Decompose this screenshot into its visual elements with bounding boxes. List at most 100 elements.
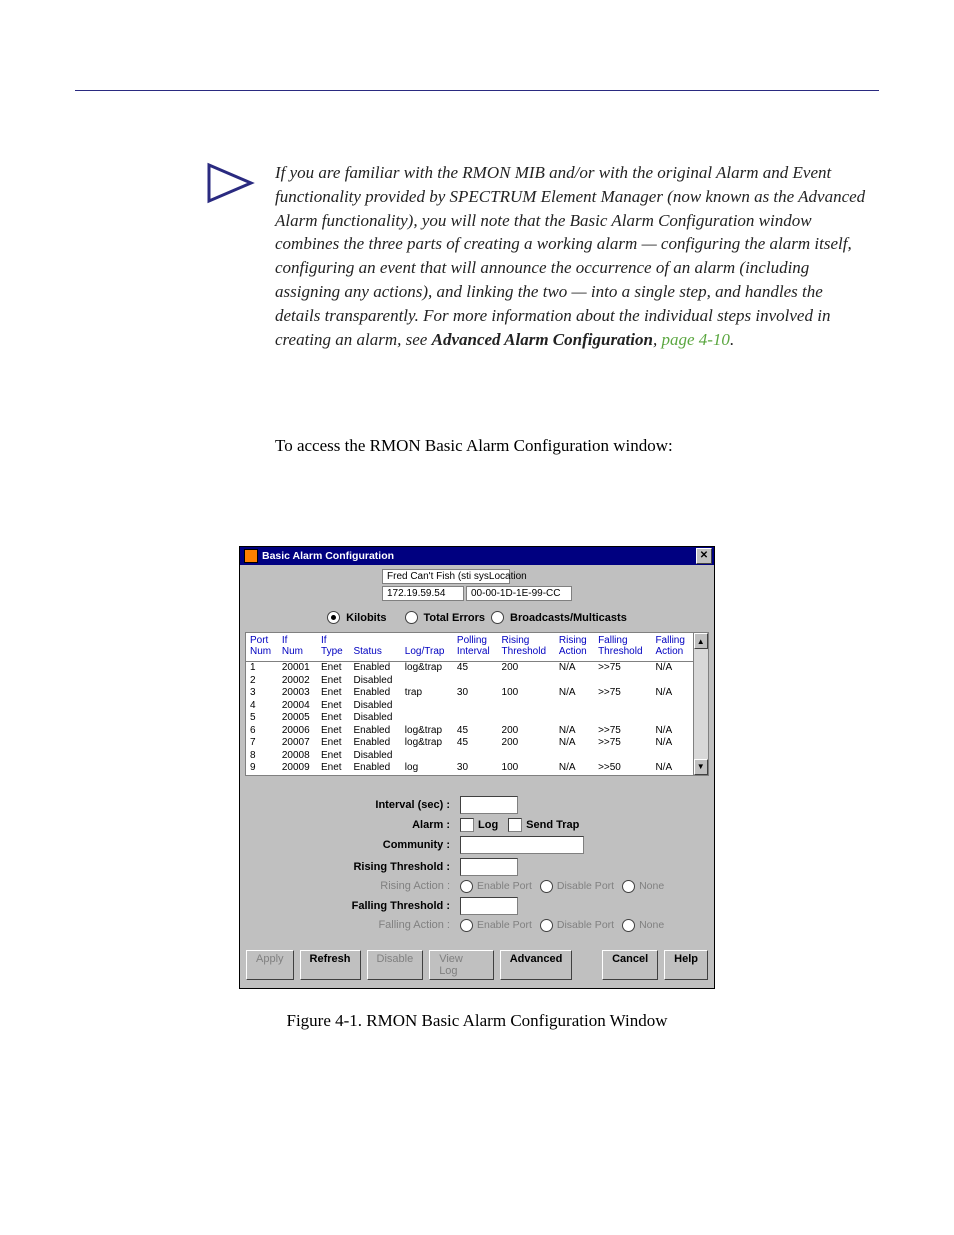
advanced-button[interactable]: Advanced [500,950,573,980]
cell-status: Disabled [349,712,400,725]
input-falling-th[interactable] [460,897,518,915]
cell-iftype: Enet [317,750,349,763]
radio-fa-enable[interactable] [460,919,473,932]
help-button[interactable]: Help [664,950,708,980]
radio-ra-none[interactable] [622,880,635,893]
label-falling-ac: Falling Action : [250,919,460,931]
alarm-table: Port Num If Num If Type Status Log/Trap … [246,633,693,775]
label-falling-th: Falling Threshold : [250,900,460,912]
cell-rac [555,712,594,725]
radio-ra-enable-label: Enable Port [477,880,532,892]
table-row[interactable]: 520005EnetDisabled [246,712,693,725]
table-scrollbar[interactable]: ▲ ▼ [693,633,709,775]
scroll-up-icon[interactable]: ▲ [694,633,709,649]
cell-fth: >>75 [594,737,651,750]
cell-iftype: Enet [317,762,349,775]
radio-bcast[interactable] [491,611,504,624]
input-rising-th[interactable] [460,858,518,876]
input-community[interactable] [460,836,584,854]
access-line: To access the RMON Basic Alarm Configura… [275,436,879,456]
radio-bcast-label: Broadcasts/Multicasts [510,612,627,624]
table-row[interactable]: 120001EnetEnabledlog&trap45200N/A>>75N/A [246,662,693,675]
table-row[interactable]: 420004EnetDisabled [246,700,693,713]
note-link[interactable]: page 4-10 [661,330,729,349]
radio-fa-none[interactable] [622,919,635,932]
disable-button[interactable]: Disable [367,950,424,980]
cell-rth [498,750,555,763]
header-rule [75,90,879,91]
th-rac: Rising Action [555,633,594,662]
play-triangle-icon [205,161,255,210]
radio-fa-disable[interactable] [540,919,553,932]
cell-fac: N/A [651,737,692,750]
cell-port: 8 [246,750,278,763]
cell-lt [401,700,453,713]
cancel-button[interactable]: Cancel [602,950,658,980]
table-row[interactable]: 320003EnetEnabledtrap30100N/A>>75N/A [246,687,693,700]
radio-kilobits[interactable] [327,611,340,624]
th-logtrap: Log/Trap [401,633,453,662]
table-row[interactable]: 720007EnetEnabledlog&trap45200N/A>>75N/A [246,737,693,750]
info-name: Fred Can't Fish (sti sysLocation [382,569,510,584]
radio-total-errors[interactable] [405,611,418,624]
cell-rth: 100 [498,687,555,700]
close-icon: ✕ [700,551,708,561]
radio-fa-disable-label: Disable Port [557,919,614,931]
table-row[interactable]: 220002EnetDisabled [246,675,693,688]
scroll-down-icon[interactable]: ▼ [694,759,709,775]
cell-status: Disabled [349,675,400,688]
table-row[interactable]: 620006EnetEnabledlog&trap45200N/A>>75N/A [246,725,693,738]
cell-status: Disabled [349,700,400,713]
cell-status: Disabled [349,750,400,763]
refresh-button[interactable]: Refresh [300,950,361,980]
cell-rac [555,675,594,688]
cell-status: Enabled [349,737,400,750]
cell-ifnum: 20009 [278,762,317,775]
cell-poll [453,750,498,763]
form-area: Interval (sec) : Alarm : Log Send Trap C… [240,776,714,932]
cell-rac [555,700,594,713]
apply-button[interactable]: Apply [246,950,294,980]
label-interval: Interval (sec) : [250,799,460,811]
checkbox-sendtrap[interactable] [508,818,522,832]
th-fac: Falling Action [651,633,692,662]
table-row[interactable]: 920009EnetEnabledlog30100N/A>>50N/A [246,762,693,775]
cell-ifnum: 20002 [278,675,317,688]
cell-fth: >>75 [594,725,651,738]
view-log-button[interactable]: View Log [429,950,494,980]
radio-ra-disable[interactable] [540,880,553,893]
figure-caption: Figure 4-1. RMON Basic Alarm Configurati… [239,1011,715,1031]
cell-poll: 45 [453,737,498,750]
cell-rac [555,750,594,763]
info-mac: 00-00-1D-1E-99-CC [466,586,572,601]
checkbox-log-label: Log [478,819,498,831]
radio-ra-enable[interactable] [460,880,473,893]
note-bold: Advanced Alarm Configuration [432,330,653,349]
th-rth: Rising Threshold [498,633,555,662]
cell-port: 9 [246,762,278,775]
th-fth: Falling Threshold [594,633,651,662]
cell-ifnum: 20007 [278,737,317,750]
cell-fth [594,700,651,713]
cell-fac: N/A [651,662,692,675]
cell-poll: 30 [453,687,498,700]
cell-ifnum: 20003 [278,687,317,700]
cell-poll: 30 [453,762,498,775]
close-button[interactable]: ✕ [696,548,712,564]
cell-port: 4 [246,700,278,713]
input-interval[interactable] [460,796,518,814]
radio-fa-enable-label: Enable Port [477,919,532,931]
cell-rac: N/A [555,662,594,675]
cell-ifnum: 20004 [278,700,317,713]
cell-ifnum: 20005 [278,712,317,725]
cell-rth [498,700,555,713]
cell-lt: log [401,762,453,775]
button-row: Apply Refresh Disable View Log Advanced … [240,936,714,988]
checkbox-log[interactable] [460,818,474,832]
table-row[interactable]: 820008EnetDisabled [246,750,693,763]
cell-poll [453,700,498,713]
cell-port: 7 [246,737,278,750]
cell-rth: 200 [498,662,555,675]
cell-port: 6 [246,725,278,738]
cell-iftype: Enet [317,737,349,750]
